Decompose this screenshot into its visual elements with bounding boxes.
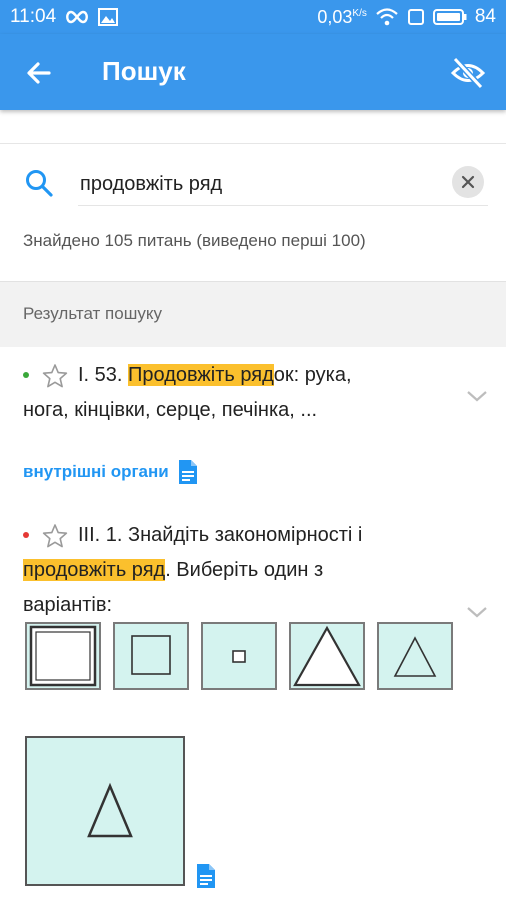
question-text: III. 1. Знайдіть закономірності і xyxy=(78,524,363,546)
topic-link[interactable]: внутрішні органи xyxy=(23,458,199,486)
battery-icon xyxy=(432,9,467,25)
image-icon xyxy=(98,8,119,26)
clock: 11:04 xyxy=(10,6,57,27)
option-image[interactable] xyxy=(377,622,453,690)
question-text-line: продовжіть ряд. Виберіть один з xyxy=(23,559,324,581)
star-icon[interactable] xyxy=(42,363,68,389)
clear-search-button[interactable] xyxy=(452,166,484,198)
search-icon xyxy=(26,170,53,197)
option-image[interactable] xyxy=(201,622,277,690)
option-image[interactable] xyxy=(289,622,365,690)
chevron-down-icon[interactable] xyxy=(465,604,489,620)
chevron-down-icon[interactable] xyxy=(465,388,489,404)
question-text-line: нога, кінцівки, серце, печінка, ... xyxy=(23,399,318,421)
option-image[interactable] xyxy=(113,622,189,690)
battery-level: 84 xyxy=(474,6,496,27)
wifi-icon xyxy=(376,8,398,26)
topic-label: внутрішні органи xyxy=(23,462,169,481)
app-bar: Пошук xyxy=(0,34,506,110)
search-input[interactable] xyxy=(78,164,488,206)
question-text: I. 53. Продовжіть рядок: рука, xyxy=(78,364,352,386)
star-icon[interactable] xyxy=(42,523,68,549)
document-icon[interactable] xyxy=(177,458,199,486)
square-icon xyxy=(407,9,424,25)
status-dot xyxy=(23,372,29,378)
status-bar: 11:04 0,03K/s 84 xyxy=(0,0,506,34)
page-title: Пошук xyxy=(102,56,186,86)
section-header: Результат пошуку xyxy=(0,281,506,347)
results-count: Знайдено 105 питань (виведено перші 100) xyxy=(23,231,366,250)
answer-options xyxy=(25,622,453,690)
arrow-left-icon[interactable] xyxy=(22,56,56,90)
search-bar xyxy=(0,144,506,220)
document-icon[interactable] xyxy=(195,862,217,890)
infinity-icon xyxy=(66,10,89,24)
close-icon xyxy=(461,175,475,189)
eye-off-icon[interactable] xyxy=(450,56,486,90)
option-image[interactable] xyxy=(25,622,101,690)
section-title: Результат пошуку xyxy=(23,304,162,323)
search-highlight: продовжіть ряд xyxy=(23,559,166,581)
network-speed: 0,03K/s xyxy=(317,6,367,27)
question-text-line: варіантів: xyxy=(23,594,113,616)
question-image[interactable] xyxy=(25,736,185,886)
status-dot xyxy=(23,532,29,538)
search-highlight: Продовжіть ряд xyxy=(128,364,274,386)
